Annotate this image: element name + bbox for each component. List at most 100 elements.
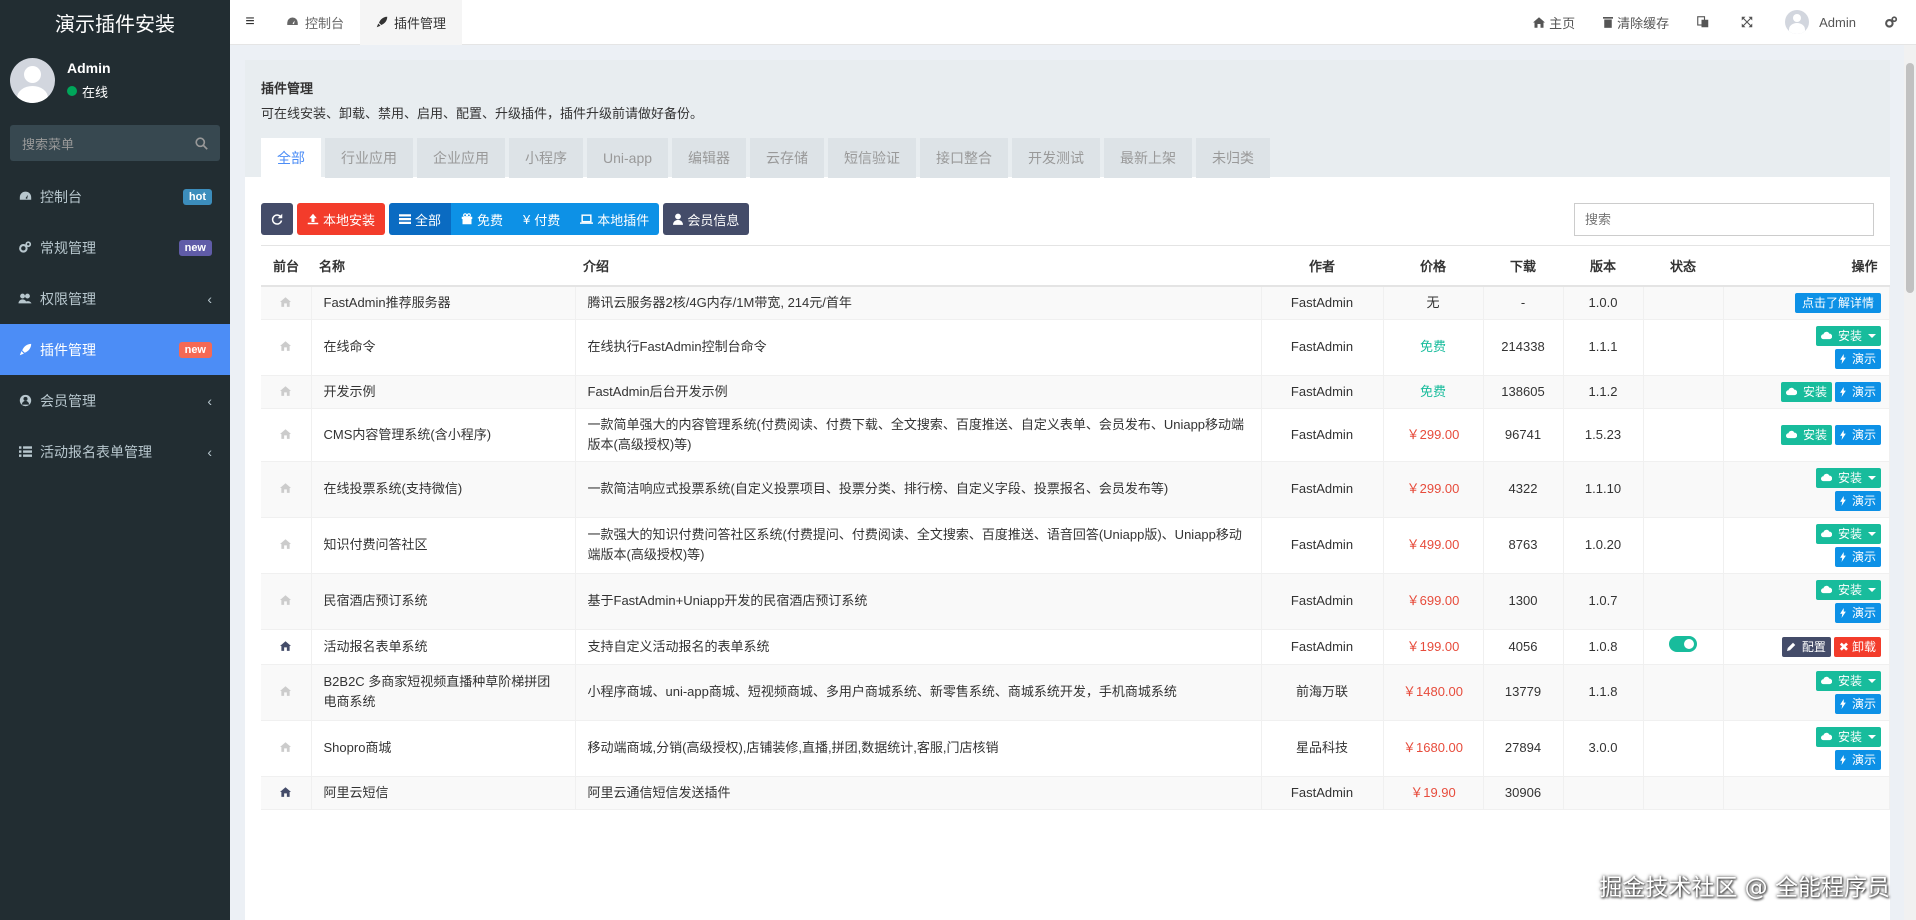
category-tab[interactable]: 云存储 [750,138,825,178]
language-icon[interactable] [1683,0,1727,45]
filter-free-button[interactable]: 免费 [451,203,514,235]
demo-button[interactable]: 演示 [1834,381,1881,402]
clear-cache-button[interactable]: 清除缓存 [1589,0,1683,45]
demo-button[interactable]: 演示 [1834,490,1881,511]
member-info-button[interactable]: 会员信息 [663,203,750,235]
install-button[interactable]: 安装 [1815,726,1881,747]
category-tab[interactable]: 企业应用 [417,138,505,178]
sidebar-item-plugins[interactable]: 插件管理 new [0,324,230,375]
install-button[interactable]: 安装 [1815,579,1881,600]
home-icon[interactable] [280,481,292,496]
col-header-status[interactable]: 状态 [1643,245,1723,287]
col-header-actions[interactable]: 操作 [1723,245,1890,287]
plugin-name: CMS内容管理系统(含小程序) [311,408,576,462]
plugin-search-input[interactable] [1574,202,1874,236]
sidebar-item-dashboard[interactable]: 控制台 hot [0,171,230,222]
home-icon[interactable] [280,295,292,310]
sidebar-item-members[interactable]: 会员管理 ‹ [0,375,230,426]
category-tab[interactable]: 未归类 [1196,138,1271,178]
category-tab[interactable]: 最新上架 [1104,138,1193,178]
status-toggle[interactable] [1669,635,1697,652]
caret-down-icon[interactable] [1868,587,1876,592]
tab-dashboard[interactable]: 控制台 [270,0,360,45]
home-icon[interactable] [280,427,292,442]
category-tab[interactable]: 小程序 [509,138,583,178]
plugin-status [1643,720,1724,777]
new-badge: new [178,239,212,256]
refresh-icon [271,213,283,225]
plugin-author: FastAdmin [1261,408,1384,462]
home-icon[interactable] [280,384,292,399]
plugin-status [1643,629,1724,665]
caret-down-icon[interactable] [1868,531,1876,536]
category-tab[interactable]: Uni-app [587,138,669,178]
plugin-intro: 小程序商城、uni-app商城、短视频商城、多用户商城系统、新零售系统、商城系统… [575,664,1262,721]
demo-button[interactable]: 演示 [1834,424,1881,445]
col-header-version[interactable]: 版本 [1563,245,1643,287]
home-icon[interactable] [280,339,292,354]
category-tab[interactable]: 编辑器 [672,138,747,178]
detail-button[interactable]: 点击了解详情 [1794,292,1881,313]
category-tab[interactable]: 行业应用 [325,138,413,178]
scrollbar-thumb[interactable] [1906,63,1914,293]
install-button[interactable]: 安装 [1780,381,1832,402]
plugin-intro: 一款简洁响应式投票系统(自定义投票项目、投票分类、排行榜、自定义字段、投票报名、… [575,461,1262,518]
sidebar-item-general[interactable]: 常规管理 new [0,222,230,273]
col-header-price[interactable]: 价格 [1383,245,1483,287]
config-button[interactable]: 配置 [1781,636,1831,657]
category-tab[interactable]: 全部 [261,138,321,178]
search-icon[interactable] [195,136,208,150]
plugin-intro: 腾讯云服务器2核/4G内存/1M带宽, 214元/首年 [575,285,1262,320]
chevron-left-icon: ‹ [207,392,212,409]
install-button[interactable]: 安装 [1815,467,1881,488]
plugin-name: B2B2C 多商家短视频直播种草阶梯拼团电商系统 [311,664,576,721]
demo-button[interactable]: 演示 [1834,602,1881,623]
table-row: FastAdmin推荐服务器 腾讯云服务器2核/4G内存/1M带宽, 214元/… [261,285,1890,320]
settings-gear-icon[interactable] [1870,0,1916,45]
col-header-author[interactable]: 作者 [1261,245,1383,287]
home-icon[interactable] [280,639,292,654]
local-plugins-button[interactable]: 本地插件 [570,203,660,235]
app-logo[interactable]: 演示插件安装 [0,0,230,45]
menu-toggle-icon[interactable]: ≡ [230,0,270,45]
demo-button[interactable]: 演示 [1834,749,1881,770]
demo-button[interactable]: 演示 [1834,693,1881,714]
category-tab[interactable]: 开发测试 [1012,138,1101,178]
col-header-frontend[interactable]: 前台 [261,245,311,287]
page-scrollbar[interactable] [1904,45,1916,920]
refresh-button[interactable] [261,203,293,235]
install-button[interactable]: 安装 [1815,523,1881,544]
home-icon[interactable] [280,537,292,552]
install-button[interactable]: 安装 [1780,424,1832,445]
caret-down-icon[interactable] [1868,734,1876,739]
category-tab[interactable]: 接口整合 [920,138,1009,178]
demo-button[interactable]: 演示 [1834,546,1881,567]
category-tab[interactable]: 短信验证 [828,138,917,178]
home-icon[interactable] [280,684,292,699]
home-link[interactable]: 主页 [1519,0,1589,45]
col-header-downloads[interactable]: 下载 [1483,245,1563,287]
col-header-name[interactable]: 名称 [311,245,575,287]
caret-down-icon[interactable] [1868,333,1876,338]
install-button[interactable]: 安装 [1815,670,1881,691]
demo-button[interactable]: 演示 [1834,348,1881,369]
col-header-intro[interactable]: 介绍 [575,245,1261,287]
home-icon[interactable] [280,740,292,755]
home-icon[interactable] [280,785,292,800]
plugin-downloads: 13779 [1483,664,1564,721]
sidebar-item-activity-forms[interactable]: 活动报名表单管理 ‹ [0,426,230,477]
uninstall-button[interactable]: ✖ 卸载 [1833,636,1881,657]
sidebar-item-permissions[interactable]: 权限管理 ‹ [0,273,230,324]
caret-down-icon[interactable] [1868,475,1876,480]
caret-down-icon[interactable] [1868,678,1876,683]
local-install-button[interactable]: 本地安装 [297,203,386,235]
tab-plugins[interactable]: 插件管理 [360,0,463,45]
install-button[interactable]: 安装 [1815,325,1881,346]
plugin-panel: 插件管理 可在线安装、卸载、禁用、启用、配置、升级插件，插件升级前请做好备份。 … [245,60,1890,920]
fullscreen-icon[interactable] [1727,0,1771,45]
user-menu[interactable]: Admin [1771,0,1870,45]
home-icon[interactable] [280,593,292,608]
sidebar-search-input[interactable]: 搜索菜单 [10,125,220,161]
filter-paid-button[interactable]: ¥ 付费 [513,203,571,235]
filter-all-button[interactable]: 全部 [389,203,452,235]
